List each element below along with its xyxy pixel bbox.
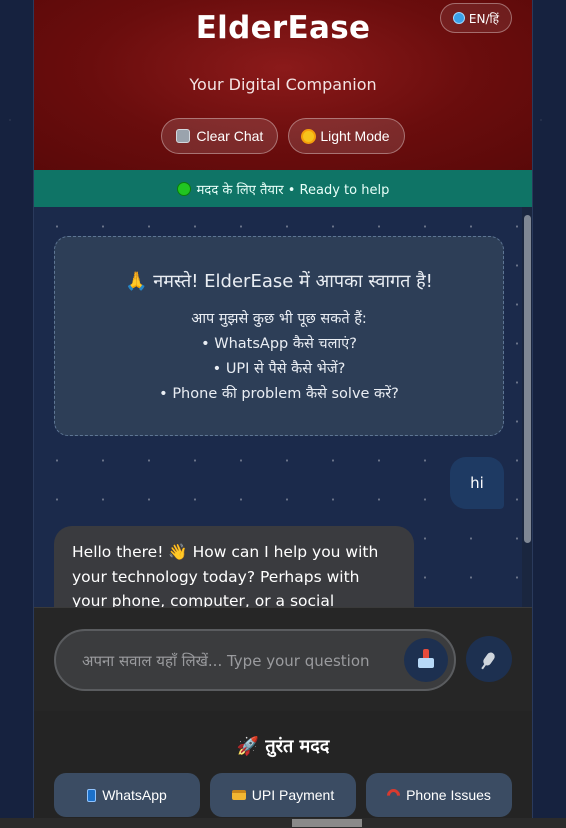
- welcome-intro: आप मुझसे कुछ भी पूछ सकते हैं:: [191, 311, 367, 327]
- chat-scrollbar-thumb[interactable]: [524, 215, 531, 543]
- quick-button-label: UPI Payment: [251, 787, 335, 803]
- language-toggle-label: EN/हिं: [468, 11, 499, 26]
- welcome-item: • WhatsApp कैसे चलाएं?: [201, 336, 357, 352]
- message-input-wrapper: [54, 629, 456, 691]
- quick-button-label: Phone Issues: [406, 787, 491, 803]
- send-button[interactable]: [404, 638, 448, 682]
- status-dot-icon: [176, 181, 191, 196]
- welcome-body: आप मुझसे कुछ भी पूछ सकते हैं: • WhatsApp…: [55, 307, 503, 407]
- light-mode-label: Light Mode: [320, 128, 390, 144]
- trash-icon: [176, 129, 191, 143]
- clear-chat-button[interactable]: Clear Chat: [161, 118, 279, 154]
- welcome-card: 🙏 नमस्ते! ElderEase में आपका स्वागत है! …: [54, 236, 504, 436]
- mobile-phone-icon: [87, 788, 97, 802]
- tagline: Your Digital Companion: [189, 75, 377, 94]
- quick-help-section: 🚀 तुरंत मदद WhatsApp UPI Payment Phone I…: [34, 711, 532, 828]
- quick-button-label: WhatsApp: [102, 787, 167, 803]
- chat-area[interactable]: 🙏 नमस्ते! ElderEase में आपका स्वागत है! …: [34, 207, 532, 607]
- page-background-left: [0, 0, 34, 828]
- outbox-icon: [418, 649, 434, 668]
- microphone-icon: [481, 650, 497, 668]
- message-input[interactable]: [80, 645, 389, 677]
- telephone-icon: [384, 785, 403, 805]
- light-mode-button[interactable]: Light Mode: [288, 118, 405, 154]
- chat-scrollbar[interactable]: [522, 207, 532, 607]
- page-background-right: [531, 0, 566, 828]
- welcome-title: 🙏 नमस्ते! ElderEase में आपका स्वागत है!: [125, 271, 433, 292]
- status-text: मदद के लिए तैयार • Ready to help: [196, 182, 390, 198]
- quick-whatsapp-button[interactable]: WhatsApp: [54, 773, 200, 817]
- language-toggle-button[interactable]: EN/हिं: [439, 3, 512, 33]
- credit-card-icon: [231, 790, 246, 800]
- status-bar: मदद के लिए तैयार • Ready to help: [34, 170, 532, 207]
- composer: [34, 607, 532, 712]
- user-message: hi: [450, 457, 504, 509]
- app-container: ElderEase EN/हिं Your Digital Companion …: [33, 0, 533, 828]
- page-horizontal-scrollbar[interactable]: [0, 818, 566, 828]
- welcome-item: • Phone की problem कैसे solve करें?: [159, 386, 399, 402]
- globe-icon: [452, 12, 465, 24]
- quick-help-title: 🚀 तुरंत मदद: [236, 736, 330, 757]
- voice-input-button[interactable]: [466, 636, 512, 682]
- quick-help-buttons: WhatsApp UPI Payment Phone Issues: [54, 773, 512, 817]
- header-actions: Clear Chat Light Mode: [34, 118, 532, 154]
- welcome-item: • UPI से पैसे कैसे भेजें?: [212, 361, 346, 377]
- sun-icon: [303, 130, 315, 142]
- bot-message: Hello there! 👋 How can I help you with y…: [54, 526, 414, 607]
- quick-phone-issues-button[interactable]: Phone Issues: [366, 773, 512, 817]
- clear-chat-label: Clear Chat: [196, 128, 264, 144]
- page-scrollbar-thumb[interactable]: [292, 819, 362, 827]
- quick-upi-button[interactable]: UPI Payment: [210, 773, 356, 817]
- header: ElderEase EN/हिं Your Digital Companion …: [34, 0, 532, 170]
